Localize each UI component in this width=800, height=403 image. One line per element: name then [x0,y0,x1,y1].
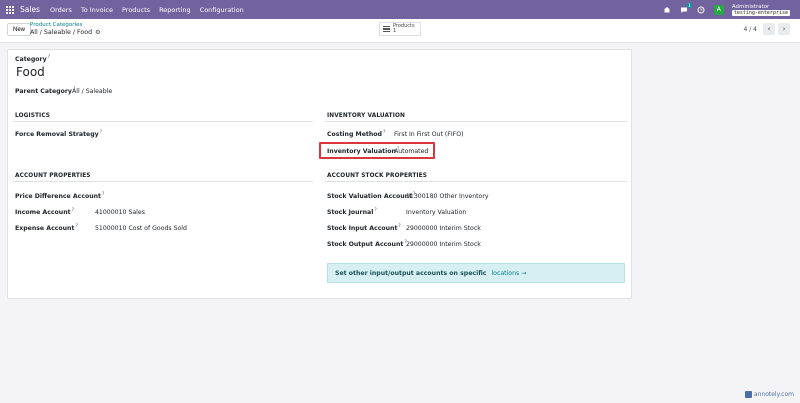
account-properties-divider [13,181,313,182]
control-panel: New Product Categories All / Saleable / … [0,19,800,43]
account-properties-section-title: ACCOUNT PROPERTIES [15,173,91,179]
inventory-valuation-section-title: INVENTORY VALUATION [327,113,405,119]
stock-valuation-label: Stock Valuation Account? [327,192,416,201]
price-difference-label: Price Difference Account? [15,192,105,201]
products-smart-button[interactable]: Products 1 [379,22,421,36]
pager-value[interactable]: 4 / 4 [744,26,757,33]
watermark-text: annotely.com [753,391,794,398]
costing-method-field[interactable]: First In First Out (FIFO) [394,131,464,138]
income-account-field[interactable]: 41000010 Sales [95,209,145,216]
category-label: Category? [15,55,51,64]
parent-category-label: Parent Category? [15,87,76,96]
menu-to-invoice[interactable]: To Invoice [81,6,113,14]
alert-text: Set other input/output accounts on speci… [335,269,487,277]
navbar-systray: 1 A Administrator testing-enterprise [663,0,790,19]
breadcrumb: Product Categories All / Saleable / Food… [30,22,101,36]
gear-icon[interactable]: ⚙ [95,29,100,36]
stock-journal-label: Stock Journal? [327,208,377,217]
income-account-label: Income Account? [15,208,74,217]
highlight-box [319,142,435,159]
form-sheet: Category? Food Parent Category? All / Sa… [7,49,632,299]
logistics-section-title: LOGISTICS [15,113,51,119]
breadcrumb-current-label: All / Saleable / Food [30,29,93,36]
category-name-field[interactable]: Food [16,65,45,79]
bug-icon[interactable] [663,5,672,14]
locations-alert: Set other input/output accounts on speci… [327,263,625,283]
annotely-logo-icon [744,391,752,398]
app-name[interactable]: Sales [20,5,40,14]
main-menu: Orders To Invoice Products Reporting Con… [50,6,244,14]
breadcrumb-parent[interactable]: Product Categories [30,22,101,29]
stock-output-label: Stock Output Account? [327,240,407,249]
user-menu[interactable]: Administrator testing-enterprise [731,3,790,16]
database-name: testing-enterprise [731,9,790,16]
arrow-right-icon: → [521,269,527,277]
logistics-divider [13,121,313,122]
stock-input-field[interactable]: 29000000 Interim Stock [406,225,481,232]
stock-journal-field[interactable]: Inventory Valuation [406,209,466,216]
stock-input-label: Stock Input Account? [327,224,401,233]
smart-button-text: Products 1 [393,22,415,35]
menu-configuration[interactable]: Configuration [200,6,244,14]
chat-icon[interactable]: 1 [680,3,692,14]
watermark: annotely.com [744,391,794,398]
new-button[interactable]: New [7,23,32,36]
inventory-valuation-divider [325,121,627,122]
stock-properties-section-title: ACCOUNT STOCK PROPERTIES [327,173,427,179]
top-navbar: Sales Orders To Invoice Products Reporti… [0,0,800,19]
stock-output-field[interactable]: 29000000 Interim Stock [406,241,481,248]
force-removal-label: Force Removal Strategy? [15,130,103,139]
pager-next-button[interactable]: › [778,23,790,35]
smart-button-count: 1 [393,28,397,34]
smart-button-label: Products [393,22,415,29]
app-menu-icon[interactable] [2,0,18,19]
menu-reporting[interactable]: Reporting [159,6,191,14]
stock-valuation-field[interactable]: 11300180 Other Inventory [406,193,489,200]
expense-account-label: Expense Account? [15,224,78,233]
list-icon [383,25,390,33]
pager: 4 / 4 ‹ › [744,23,790,35]
pager-previous-button[interactable]: ‹ [763,23,775,35]
chat-badge: 1 [687,3,692,8]
breadcrumb-current: All / Saleable / Food ⚙ [30,29,101,36]
user-avatar[interactable]: A [713,4,724,15]
user-name: Administrator [731,3,770,10]
stock-properties-divider [325,181,627,182]
menu-products[interactable]: Products [122,6,150,14]
costing-method-label: Costing Method? [327,130,386,139]
locations-link[interactable]: locations → [491,270,526,277]
menu-orders[interactable]: Orders [50,6,72,14]
expense-account-field[interactable]: 51000010 Cost of Goods Sold [95,225,187,232]
clock-icon[interactable] [697,5,706,14]
parent-category-field[interactable]: All / Saleable [72,88,112,95]
